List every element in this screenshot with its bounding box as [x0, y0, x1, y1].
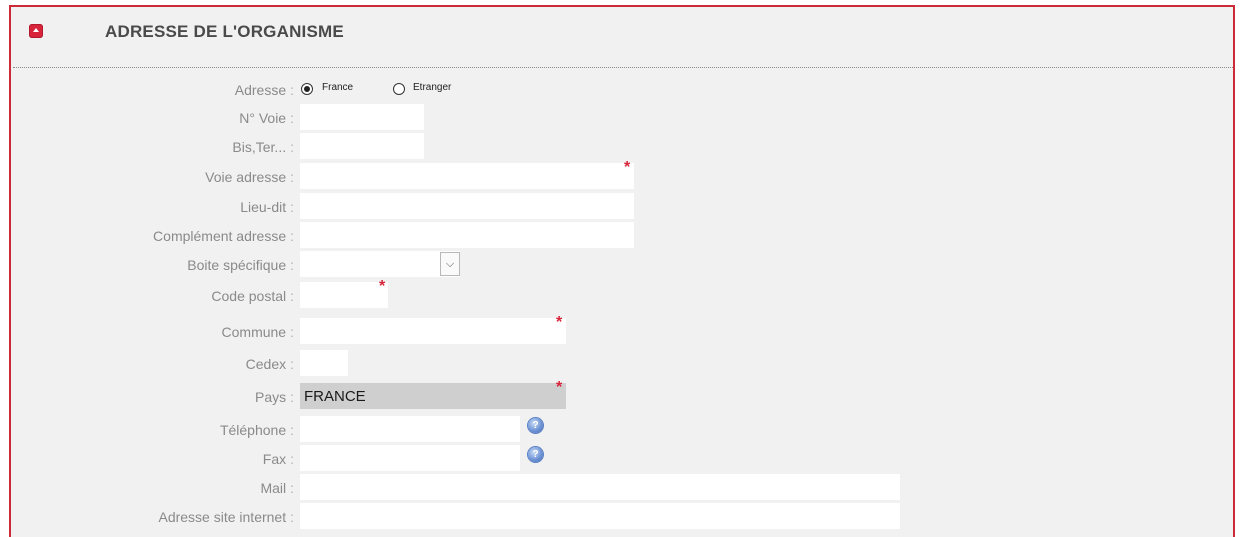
divider	[13, 67, 1233, 68]
label-pays: Pays:	[254, 389, 294, 405]
row-code-postal: Code postal: *	[11, 278, 1233, 310]
label-boite: Boite spécifique:	[187, 257, 294, 273]
label-telephone: Téléphone:	[219, 422, 294, 438]
lieu-dit-input[interactable]	[300, 193, 634, 219]
row-boite: Boite spécifique: ⌵	[11, 251, 1233, 279]
label-voie-adresse: Voie adresse:	[205, 169, 294, 185]
label-fax: Fax:	[262, 451, 294, 467]
label-no-voie: N° Voie:	[239, 110, 294, 126]
label-adresse: Adresse:	[234, 82, 294, 98]
required-marker: *	[624, 159, 631, 176]
telephone-input[interactable]	[300, 416, 520, 442]
required-marker: *	[556, 379, 563, 396]
radio-etranger[interactable]	[393, 83, 405, 95]
row-lieu-dit: Lieu-dit:	[11, 193, 1233, 221]
row-mail: Mail:	[11, 474, 1233, 502]
label-site-internet: Adresse site internet:	[158, 509, 294, 525]
chevron-down-icon[interactable]: ⌵	[440, 252, 460, 276]
complement-adresse-input[interactable]	[300, 222, 634, 248]
label-commune: Commune:	[221, 324, 294, 340]
label-bis-ter: Bis,Ter...:	[232, 139, 294, 155]
label-mail: Mail:	[260, 480, 294, 496]
section-header: ADRESSE DE L'ORGANISME	[11, 7, 1233, 65]
radio-france-label[interactable]: France	[322, 82, 353, 93]
row-complement: Complément adresse:	[11, 222, 1233, 250]
row-pays: Pays: *	[11, 379, 1233, 411]
voie-adresse-input[interactable]	[300, 163, 634, 189]
row-commune: Commune: *	[11, 314, 1233, 346]
cedex-input[interactable]	[300, 350, 348, 376]
boite-specifique-select[interactable]: ⌵	[300, 251, 460, 277]
row-telephone: Téléphone: ?	[11, 416, 1233, 444]
row-bis-ter: Bis,Ter...:	[11, 133, 1233, 161]
pays-input	[300, 383, 566, 409]
site-internet-input[interactable]	[300, 503, 900, 529]
collapse-up-icon[interactable]	[29, 24, 43, 38]
commune-input[interactable]	[300, 318, 566, 344]
row-site-internet: Adresse site internet:	[11, 503, 1233, 531]
radio-france[interactable]	[301, 83, 313, 95]
radio-etranger-label[interactable]: Etranger	[413, 82, 451, 93]
address-panel: ADRESSE DE L'ORGANISME Adresse: France E…	[9, 5, 1235, 537]
row-fax: Fax: ?	[11, 445, 1233, 473]
row-voie-adresse: Voie adresse: *	[11, 159, 1233, 191]
row-adresse: Adresse: France Etranger	[11, 76, 1233, 104]
bis-ter-input[interactable]	[300, 133, 424, 159]
row-cedex: Cedex:	[11, 350, 1233, 378]
help-icon[interactable]: ?	[528, 418, 543, 433]
label-complement: Complément adresse:	[153, 228, 294, 244]
label-lieu-dit: Lieu-dit:	[240, 199, 294, 215]
label-cedex: Cedex:	[245, 356, 294, 372]
help-icon[interactable]: ?	[528, 447, 543, 462]
no-voie-input[interactable]	[300, 104, 424, 130]
required-marker: *	[556, 314, 563, 331]
fax-input[interactable]	[300, 445, 520, 471]
code-postal-input[interactable]	[300, 282, 388, 308]
section-title: ADRESSE DE L'ORGANISME	[105, 22, 344, 41]
row-no-voie: N° Voie:	[11, 104, 1233, 132]
required-marker: *	[379, 278, 386, 295]
label-code-postal: Code postal:	[211, 288, 294, 304]
mail-input[interactable]	[300, 474, 900, 500]
